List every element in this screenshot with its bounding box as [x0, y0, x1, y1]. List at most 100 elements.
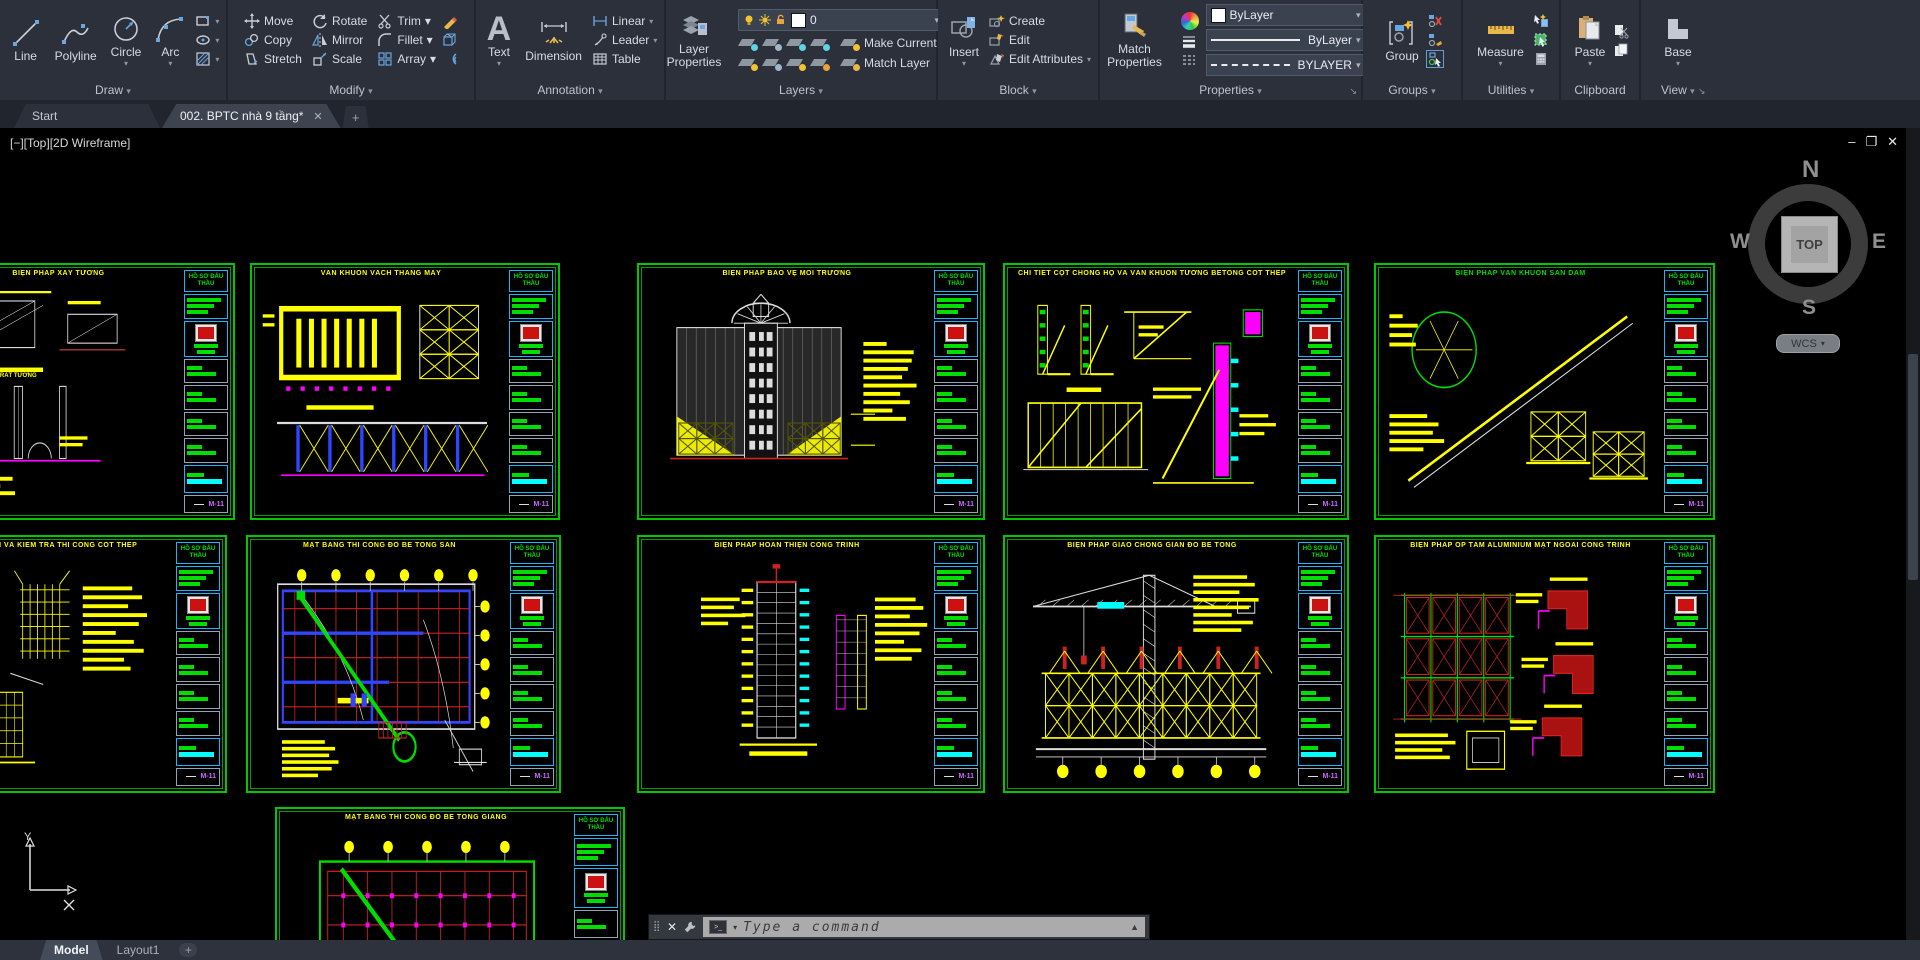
- annotation-panel-label[interactable]: Annotation ▾: [476, 83, 664, 97]
- dimension-button[interactable]: Dimension: [521, 16, 586, 65]
- sheet-title: BIỆN PHÁP VÁN KHUÔN SÀN DẦM: [1380, 270, 1661, 277]
- clipboard-panel-label[interactable]: Clipboard: [1561, 83, 1639, 97]
- layer-properties-button[interactable]: Layer Properties: [658, 9, 730, 71]
- tab-document[interactable]: 002. BPTC nhà 9 tầng*✕: [162, 104, 341, 128]
- viewcube[interactable]: N W E S TOP WCS▾: [1734, 148, 1884, 358]
- tab-close-icon[interactable]: ✕: [313, 110, 322, 123]
- id-point-icon[interactable]: [1533, 32, 1549, 48]
- rotate-button[interactable]: Rotate: [312, 13, 367, 29]
- command-drag-handle[interactable]: ⣿: [653, 925, 661, 929]
- color-wheel-icon[interactable]: [1181, 12, 1199, 30]
- properties-expander-icon[interactable]: ↘: [1349, 86, 1357, 97]
- layer-unlock-icon[interactable]: [810, 55, 830, 71]
- array-button[interactable]: Array▾: [377, 51, 436, 67]
- titleblock-scale: M-11: [184, 495, 228, 513]
- viewport-controls-label[interactable]: [−][Top][2D Wireframe]: [10, 136, 130, 150]
- move-button[interactable]: Move: [244, 13, 302, 29]
- command-history-icon[interactable]: ▲: [1130, 922, 1139, 932]
- group-select-icon[interactable]: [1427, 51, 1443, 67]
- new-tab-button[interactable]: +: [343, 106, 369, 128]
- explode-icon[interactable]: [442, 32, 458, 48]
- viewcube-west[interactable]: W: [1730, 230, 1750, 254]
- base-button[interactable]: Base▾: [1659, 12, 1697, 69]
- object-color-select[interactable]: ByLayer▾: [1206, 4, 1366, 26]
- table-button[interactable]: Table: [592, 51, 657, 67]
- layer-unisolate-icon[interactable]: [762, 55, 782, 71]
- lineweight-select[interactable]: ByLayer▾: [1206, 29, 1366, 51]
- layer-lock-tool-icon[interactable]: [810, 35, 830, 51]
- group-button[interactable]: Group: [1381, 16, 1422, 65]
- layer-isolate-icon[interactable]: [762, 35, 782, 51]
- text-button[interactable]: A Text▾: [483, 12, 516, 69]
- block-edit-button[interactable]: Edit: [989, 32, 1091, 48]
- modify-panel-label[interactable]: Modify ▾: [228, 83, 474, 97]
- command-prompt-icon[interactable]: >_: [709, 920, 727, 934]
- leader-button[interactable]: Leader▾: [592, 32, 657, 48]
- tab-start[interactable]: Start: [14, 104, 160, 128]
- paste-button[interactable]: Paste▾: [1571, 12, 1610, 69]
- line-button[interactable]: Line: [7, 16, 45, 65]
- quick-calc-icon[interactable]: [1533, 51, 1549, 67]
- layer-on2-icon[interactable]: [738, 55, 758, 71]
- ellipse-button[interactable]: ▾: [195, 32, 219, 48]
- command-input[interactable]: >_ ▾ Type a command ▲: [703, 917, 1145, 937]
- viewcube-top-face[interactable]: TOP: [1781, 216, 1838, 273]
- command-bar[interactable]: ⣿ ✕ >_ ▾ Type a command ▲: [648, 914, 1150, 940]
- insert-button[interactable]: Insert▾: [945, 12, 983, 69]
- mirror-button[interactable]: Mirror: [312, 32, 367, 48]
- polyline-button[interactable]: Polyline: [51, 16, 101, 65]
- viewcube-south[interactable]: S: [1802, 296, 1816, 320]
- arc-dropdown-icon[interactable]: ▾: [168, 61, 172, 67]
- quick-select-icon[interactable]: [1533, 13, 1549, 29]
- measure-button[interactable]: Measure▾: [1473, 12, 1528, 69]
- properties-panel-label[interactable]: Properties ▾: [1100, 83, 1361, 97]
- copy-clip-icon[interactable]: [1613, 42, 1629, 58]
- ungroup-icon[interactable]: [1427, 13, 1443, 29]
- linetype-select[interactable]: BYLAYER▾: [1206, 54, 1366, 76]
- group-edit-icon[interactable]: [1427, 32, 1443, 48]
- layer-thaw-icon[interactable]: [786, 55, 806, 71]
- customize-wrench-icon[interactable]: [683, 920, 697, 934]
- circle-dropdown-icon[interactable]: ▾: [124, 61, 128, 67]
- recent-commands-icon[interactable]: ▾: [733, 923, 737, 932]
- layer-off-icon[interactable]: [738, 35, 758, 51]
- tab-layout1[interactable]: Layout1: [103, 940, 174, 960]
- match-properties-button[interactable]: Match Properties: [1096, 9, 1174, 71]
- offset-icon[interactable]: [442, 51, 458, 67]
- copy-button[interactable]: Copy: [244, 32, 302, 48]
- viewcube-east[interactable]: E: [1872, 230, 1886, 254]
- erase-icon[interactable]: [442, 13, 458, 29]
- hatch-button[interactable]: ▾: [195, 51, 219, 67]
- scale-button[interactable]: Scale: [312, 51, 367, 67]
- scrollbar-thumb[interactable]: [1908, 354, 1918, 580]
- trim-button[interactable]: Trim▾: [377, 13, 436, 29]
- utilities-panel-label[interactable]: Utilities ▾: [1463, 83, 1559, 97]
- edit-attributes-button[interactable]: Edit Attributes▾: [989, 51, 1091, 67]
- block-create-button[interactable]: Create: [989, 13, 1091, 29]
- draw-panel-label[interactable]: Draw ▾: [0, 83, 226, 97]
- layer-select[interactable]: 0 ▾: [738, 9, 944, 31]
- lineweight-icon[interactable]: [1181, 33, 1197, 49]
- view-panel-label[interactable]: View ▾ ↘: [1641, 83, 1920, 97]
- layer-freeze-tool-icon[interactable]: [786, 35, 806, 51]
- drawing-canvas[interactable]: BIỆN PHÁP XÂY TƯỜNG BIỆN PHÁP TRÁT TƯỜNG…: [0, 128, 1920, 940]
- stretch-button[interactable]: Stretch: [244, 51, 302, 67]
- cut-icon[interactable]: [1613, 23, 1629, 39]
- tab-model[interactable]: Model: [40, 940, 103, 960]
- arc-button[interactable]: Arc ▾: [151, 12, 189, 69]
- layers-panel-label[interactable]: Layers ▾: [666, 83, 936, 97]
- vertical-scrollbar[interactable]: [1906, 128, 1920, 940]
- linetype-icon[interactable]: [1181, 52, 1197, 68]
- block-panel-label[interactable]: Block ▾: [938, 83, 1098, 97]
- groups-panel-label[interactable]: Groups ▾: [1363, 83, 1461, 97]
- make-current-button[interactable]: Make Current: [864, 36, 937, 50]
- command-close-icon[interactable]: ✕: [667, 920, 677, 934]
- match-layer-button[interactable]: Match Layer: [864, 56, 930, 70]
- wcs-selector[interactable]: WCS▾: [1776, 334, 1840, 353]
- circle-button[interactable]: Circle ▾: [107, 12, 146, 69]
- viewcube-north[interactable]: N: [1802, 156, 1819, 184]
- rectangle-button[interactable]: ▾: [195, 13, 219, 29]
- fillet-button[interactable]: Fillet▾: [377, 32, 436, 48]
- new-layout-button[interactable]: +: [179, 943, 197, 957]
- linear-button[interactable]: Linear▾: [592, 13, 657, 29]
